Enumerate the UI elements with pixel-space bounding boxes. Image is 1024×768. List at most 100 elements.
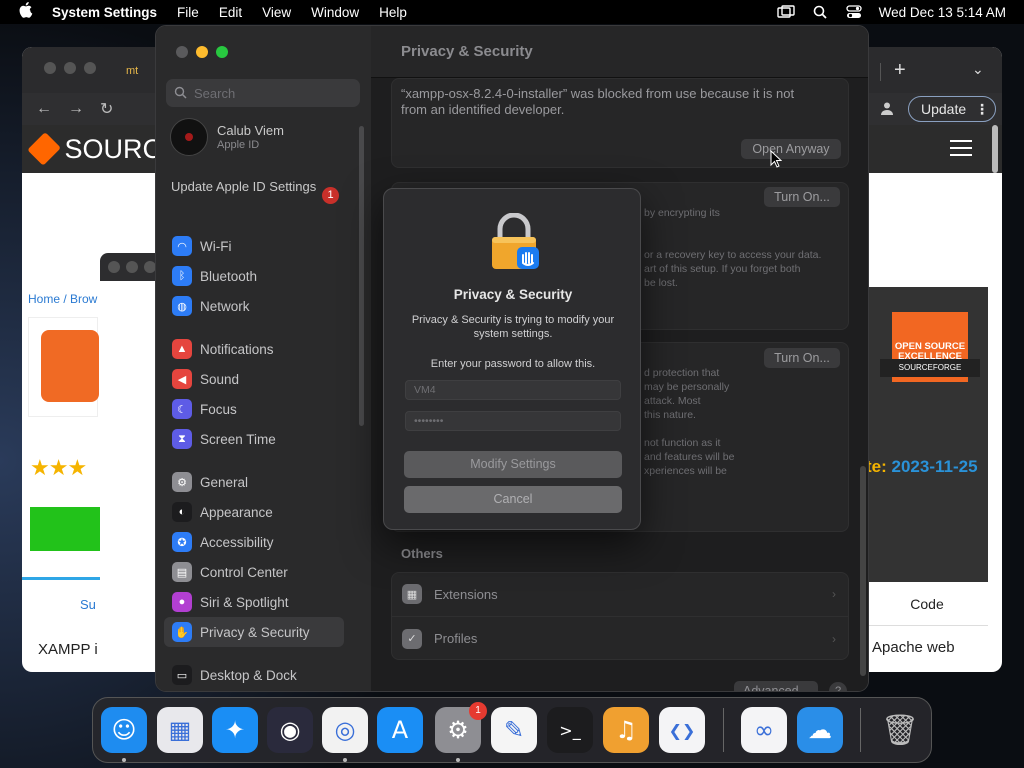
sidebar-item-wi-fi[interactable]: ◠ Wi-Fi — [164, 231, 344, 261]
sidebar-item-focus[interactable]: ☾ Focus — [164, 394, 344, 424]
apple-id-account[interactable]: Calub Viem Apple ID — [170, 118, 284, 156]
sidebar-item-bluetooth[interactable]: ᛒ Bluetooth — [164, 261, 344, 291]
terminal-icon[interactable]: >_ — [547, 707, 593, 753]
menu-help[interactable]: Help — [369, 5, 417, 20]
sidebar-item-appearance[interactable]: ◐ Appearance — [164, 497, 344, 527]
background-window-small[interactable] — [100, 253, 162, 668]
forward-arrow-icon[interactable]: → — [68, 100, 84, 118]
sidebar-item-siri-spotlight[interactable]: ● Siri & Spotlight — [164, 587, 344, 617]
modify-settings-button[interactable]: Modify Settings — [404, 451, 622, 478]
advanced-button[interactable]: Advanced... — [734, 681, 818, 691]
sidebar-item-general[interactable]: ⚙ General — [164, 467, 344, 497]
garageband-icon[interactable]: ♫ — [603, 707, 649, 753]
account-subtitle: Apple ID — [217, 139, 260, 151]
apple-menu-icon[interactable] — [0, 2, 52, 22]
blocked-app-message: “xampp-osx-8.2.4-0-installer” was blocke… — [401, 86, 795, 117]
menu-file[interactable]: File — [167, 5, 209, 20]
weather-icon[interactable]: ☁ — [797, 707, 843, 753]
menu-clock[interactable]: Wed Dec 13 5:14 AM — [871, 5, 1006, 20]
chrome-icon[interactable]: ◎ — [322, 707, 368, 753]
mouse-cursor-icon — [770, 149, 783, 168]
textedit-icon[interactable]: ✎ — [491, 707, 537, 753]
help-button[interactable]: ? — [829, 682, 847, 691]
lockdown-turn-on-button[interactable]: Turn On... — [764, 348, 840, 368]
sidebar-item-notifications[interactable]: ▲ Notifications — [164, 334, 344, 364]
menu-edit[interactable]: Edit — [209, 5, 252, 20]
visual-studio-icon[interactable]: ∞ — [741, 707, 787, 753]
running-indicator — [456, 758, 460, 762]
safari-icon[interactable]: ✦ — [212, 707, 258, 753]
tab-list-chevron-icon[interactable]: ⌄ — [972, 61, 984, 78]
moon-icon: ☾ — [172, 399, 192, 419]
control-center-icon[interactable] — [837, 0, 871, 24]
dialog-prompt: Enter your password to allow this. — [430, 358, 596, 370]
chevron-right-icon: › — [832, 631, 836, 646]
sidebar-item-screen-time[interactable]: ⧗ Screen Time — [164, 424, 344, 454]
search-icon — [174, 86, 188, 100]
account-name: Calub Viem — [217, 123, 284, 138]
profiles-row[interactable]: ✓ Profiles › — [392, 616, 848, 660]
vscode-icon[interactable]: ❮❯ — [659, 707, 705, 753]
chevron-right-icon: › — [832, 587, 836, 601]
sidebar-item-label: Control Center — [200, 564, 288, 580]
sidebar-item-accessibility[interactable]: ✪ Accessibility — [164, 527, 344, 557]
background-browser-window-right[interactable]: + ⌄ Update ⋮ OPEN SOURCE EXCELLENCE SOUR… — [866, 47, 1002, 672]
reload-icon[interactable]: ↻ — [100, 99, 113, 119]
cancel-button[interactable]: Cancel — [404, 486, 622, 513]
breadcrumb[interactable]: Home / Brow — [28, 292, 97, 306]
sidebar-item-label: Wi-Fi — [200, 238, 232, 254]
menu-app-name[interactable]: System Settings — [52, 5, 167, 20]
menu-view[interactable]: View — [252, 5, 301, 20]
sidebar-item-control-center[interactable]: ▤ Control Center — [164, 557, 344, 587]
rating-stars-icon: ★★★ — [30, 455, 87, 480]
lock-icon — [488, 212, 542, 271]
browser-tab-hint[interactable]: mt — [126, 65, 138, 77]
username-field[interactable] — [405, 380, 621, 400]
dock-separator — [860, 708, 861, 752]
more-options-icon[interactable]: ⋮ — [975, 101, 989, 118]
last-update-date: te: 2023-11-25 — [866, 457, 978, 476]
summary-tab[interactable]: Su — [80, 597, 96, 612]
accessibility-icon: ✪ — [172, 532, 192, 552]
spotlight-search-icon[interactable] — [803, 0, 837, 24]
dock-notification-badge: 1 — [469, 702, 487, 720]
sidebar-item-privacy-security[interactable]: ✋ Privacy & Security — [164, 617, 344, 647]
sidebar-item-sound[interactable]: ◀ Sound — [164, 364, 344, 394]
zoom-window-button[interactable] — [216, 46, 228, 58]
new-tab-icon[interactable]: + — [894, 59, 906, 82]
extensions-row[interactable]: ▦ Extensions › — [392, 572, 848, 616]
browser-update-button[interactable]: Update ⋮ — [908, 96, 996, 122]
firefox-icon[interactable]: ◉ — [267, 707, 313, 753]
hourglass-icon: ⧗ — [172, 429, 192, 449]
sidebar-scrollbar[interactable] — [359, 126, 364, 426]
profile-icon[interactable] — [878, 100, 896, 118]
minimize-window-button[interactable] — [196, 46, 208, 58]
search-input[interactable] — [194, 85, 354, 101]
puzzle-icon: ▦ — [402, 584, 422, 604]
sidebar-item-label: Notifications — [200, 341, 274, 357]
code-tab[interactable]: Code — [866, 582, 988, 626]
hamburger-menu-icon[interactable] — [950, 140, 972, 156]
trash-icon[interactable]: 🗑 — [877, 707, 923, 753]
app-store-icon[interactable]: A — [377, 707, 423, 753]
avatar — [170, 118, 208, 156]
checkmark-badge-icon: ✓ — [402, 628, 422, 649]
sidebar-item-label: Network — [200, 298, 250, 314]
menu-window[interactable]: Window — [301, 5, 369, 20]
filevault-turn-on-button[interactable]: Turn On... — [764, 187, 840, 207]
sidebar-item-desktop-dock[interactable]: ▭ Desktop & Dock — [164, 660, 344, 690]
dock-icon: ▭ — [172, 665, 192, 685]
back-arrow-icon[interactable]: ← — [36, 100, 52, 118]
extensions-label: Extensions — [434, 586, 498, 602]
close-window-button[interactable] — [176, 46, 188, 58]
settings-search[interactable] — [166, 79, 360, 107]
browser-scrollbar[interactable] — [992, 125, 998, 173]
sidebar-item-network[interactable]: ◍ Network — [164, 291, 344, 321]
content-scrollbar[interactable] — [860, 466, 866, 676]
finder-icon[interactable]: ☺ — [101, 707, 147, 753]
open-anyway-button[interactable]: Open Anyway — [741, 139, 841, 159]
update-apple-id-settings[interactable]: Update Apple ID Settings — [171, 179, 343, 195]
password-field[interactable] — [405, 411, 621, 431]
screen-mirroring-icon[interactable] — [769, 0, 803, 24]
launchpad-icon[interactable]: ▦ — [157, 707, 203, 753]
